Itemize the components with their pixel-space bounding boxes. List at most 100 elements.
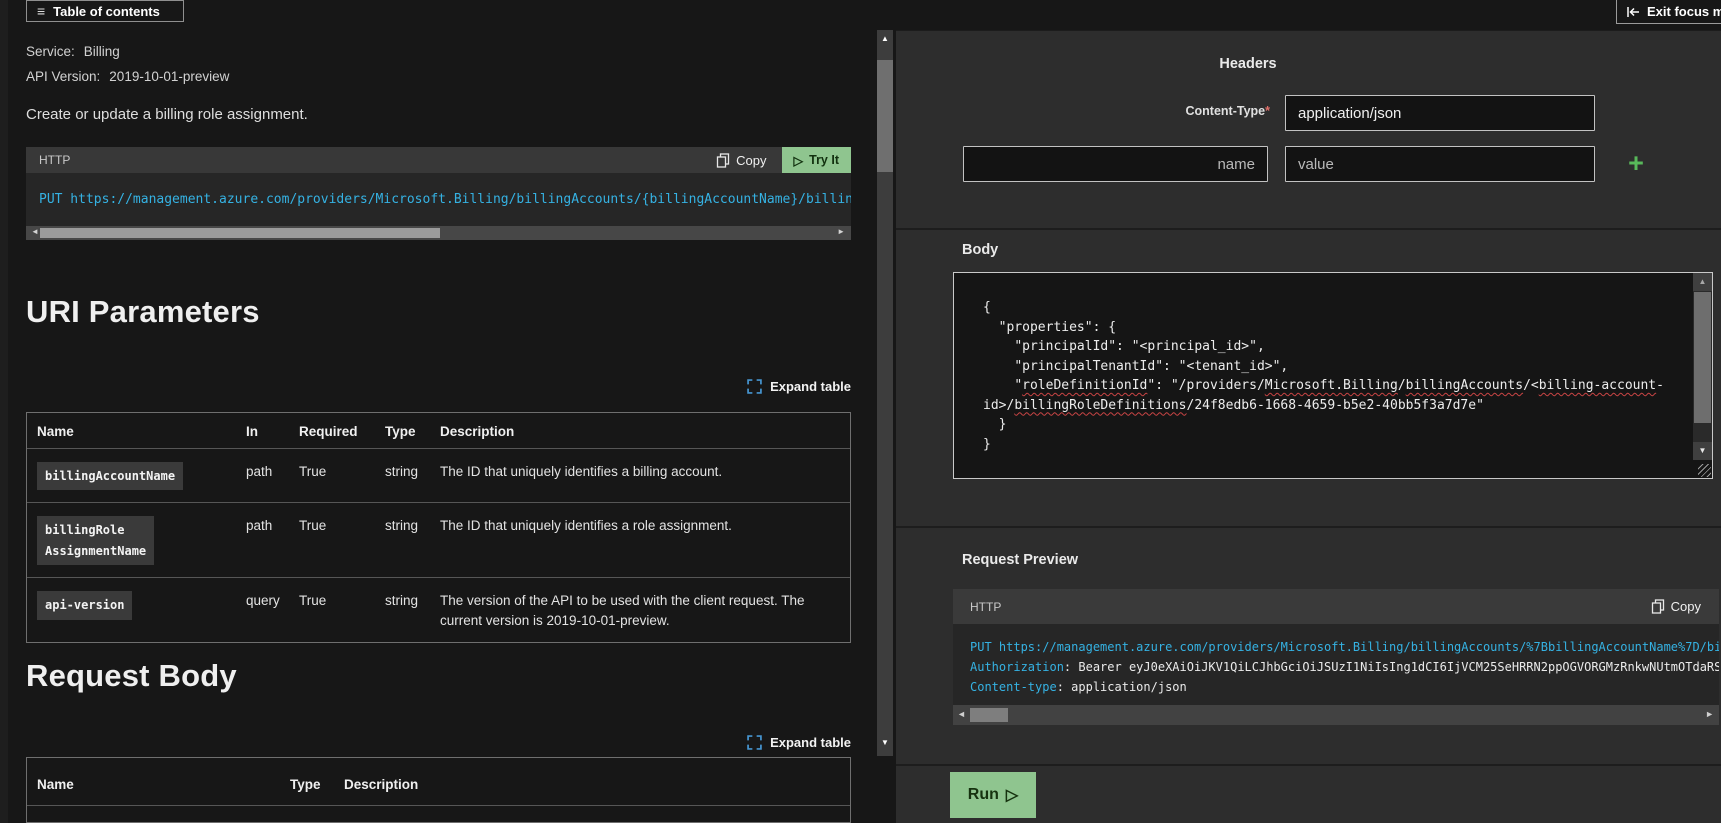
resize-grip[interactable]: [1698, 464, 1711, 477]
column-header: Name: [27, 758, 280, 805]
collapsed-toc-edge: [0, 0, 8, 823]
plus-icon: +: [1628, 148, 1644, 178]
request-body-editor[interactable]: { "properties": { "principalId": "<princ…: [953, 272, 1713, 479]
code-line: Authorization: Bearer eyJ0eXAiOiJKV1QiLC…: [970, 657, 1719, 677]
scroll-down-icon[interactable]: ▼: [1693, 442, 1712, 460]
code-language-label: HTTP: [953, 600, 1651, 614]
copy-button-label: Copy: [1671, 599, 1701, 614]
copy-button[interactable]: Copy: [716, 153, 766, 168]
copy-icon: [716, 153, 730, 168]
request-preview-title: Request Preview: [962, 552, 1078, 568]
param-type: string: [375, 449, 430, 502]
column-header: Type: [280, 758, 334, 805]
add-header-button[interactable]: +: [1620, 147, 1652, 179]
table-row: billingAccountName path True string The …: [27, 449, 850, 503]
column-header: Required: [289, 413, 375, 448]
param-required: True: [289, 449, 375, 502]
code-horizontal-scrollbar[interactable]: ◄ ►: [26, 226, 851, 240]
headers-section-title: Headers: [1188, 56, 1308, 72]
scroll-left-icon[interactable]: ◄: [957, 709, 966, 719]
param-description: The ID that uniquely identifies a billin…: [430, 449, 850, 502]
param-required: True: [289, 578, 375, 642]
uri-parameters-heading: URI Parameters: [26, 294, 260, 330]
http-request-code: PUT https://management.azure.com/provide…: [26, 173, 851, 226]
copy-button[interactable]: Copy: [1651, 599, 1701, 614]
exit-focus-label: Exit focus mode: [1647, 4, 1721, 19]
try-it-button[interactable]: ▷ Try It: [782, 147, 852, 173]
table-row: billingRole AssignmentName path True str…: [27, 503, 850, 578]
column-header: Type: [375, 413, 430, 448]
request-preview-code-block: HTTP Copy PUT https://management.azure.c…: [953, 589, 1719, 725]
content-type-label: Content-Type*: [1066, 104, 1270, 118]
param-description: The ID that uniquely identifies a role a…: [430, 503, 850, 577]
play-icon: ▷: [1006, 785, 1018, 805]
param-required: True: [289, 503, 375, 577]
expand-table-label: Expand table: [770, 735, 851, 750]
scroll-up-icon[interactable]: ▲: [1693, 273, 1712, 291]
preview-horizontal-scrollbar[interactable]: ◄ ►: [953, 705, 1719, 725]
column-header: In: [236, 413, 289, 448]
expand-table-link[interactable]: Expand table: [26, 735, 851, 750]
content-type-input[interactable]: [1285, 95, 1595, 131]
request-body-table: Name Type Description: [26, 757, 851, 823]
code-language-label: HTTP: [26, 153, 716, 167]
run-button[interactable]: Run ▷: [950, 772, 1036, 818]
code-line: PUT https://management.azure.com/provide…: [970, 637, 1719, 657]
expand-table-link[interactable]: Expand table: [26, 379, 851, 394]
operation-summary: Create or update a billing role assignme…: [26, 106, 308, 123]
scroll-left-icon[interactable]: ◄: [31, 227, 39, 236]
section-divider: [896, 764, 1721, 766]
column-header: Description: [334, 758, 850, 805]
expand-icon: [747, 379, 762, 394]
api-version-label: API Version:: [26, 69, 100, 84]
page-vertical-scrollbar[interactable]: ▲ ▼: [877, 30, 893, 756]
scrollbar-thumb[interactable]: [1694, 292, 1711, 423]
scroll-right-icon[interactable]: ►: [837, 227, 845, 236]
header-name-input[interactable]: [963, 146, 1268, 182]
code-block-header: HTTP Copy: [953, 589, 1719, 624]
scrollbar-thumb[interactable]: [877, 60, 893, 172]
table-header-row: Name Type Description: [27, 758, 850, 806]
request-preview-code: PUT https://management.azure.com/provide…: [953, 624, 1719, 705]
http-request-code-block: HTTP Copy ▷ Try It PUT https://managemen…: [26, 147, 851, 240]
api-docs-try-it-page: ≡ Table of contents Service:Billing API …: [0, 0, 1721, 823]
param-in: query: [236, 578, 289, 642]
table-header-row: Name In Required Type Description: [27, 413, 850, 449]
try-it-label: Try It: [809, 153, 839, 167]
scrollbar-thumb[interactable]: [970, 708, 1008, 722]
param-type: string: [375, 503, 430, 577]
column-header: Description: [430, 413, 850, 448]
scroll-up-icon[interactable]: ▲: [877, 34, 893, 43]
expand-table-label: Expand table: [770, 379, 851, 394]
scrollbar-thumb[interactable]: [40, 228, 440, 238]
body-json-text[interactable]: { "properties": { "principalId": "<princ…: [954, 273, 1693, 478]
run-button-label: Run: [968, 786, 999, 804]
try-it-console: Headers Content-Type* + Body { "properti…: [896, 30, 1721, 823]
api-version-meta: API Version: 2019-10-01-preview: [26, 69, 229, 84]
uri-parameters-table: Name In Required Type Description billin…: [26, 412, 851, 643]
code-line: Content-type: application/json: [970, 677, 1719, 697]
api-version-value: 2019-10-01-preview: [109, 69, 229, 84]
hamburger-icon: ≡: [37, 4, 45, 18]
scroll-down-icon[interactable]: ▼: [877, 738, 893, 747]
body-section-title: Body: [962, 242, 998, 258]
copy-button-label: Copy: [736, 153, 766, 168]
exit-focus-mode-button[interactable]: Exit focus mode: [1616, 0, 1721, 24]
code-block-header: HTTP Copy ▷ Try It: [26, 147, 851, 173]
request-body-heading: Request Body: [26, 658, 237, 694]
service-value: Billing: [84, 44, 120, 59]
toc-button-label: Table of contents: [53, 4, 160, 19]
header-value-input[interactable]: [1285, 146, 1595, 182]
param-in: path: [236, 503, 289, 577]
section-divider: [896, 526, 1721, 528]
param-name-badge: billingAccountName: [37, 462, 183, 490]
table-of-contents-button[interactable]: ≡ Table of contents: [26, 0, 184, 22]
section-divider: [896, 228, 1721, 230]
scroll-right-icon[interactable]: ►: [1705, 709, 1714, 719]
editor-vertical-scrollbar[interactable]: ▲ ▼: [1693, 273, 1712, 460]
service-meta: Service:Billing: [26, 44, 120, 59]
param-type: string: [375, 578, 430, 642]
copy-icon: [1651, 599, 1665, 614]
required-marker: *: [1265, 104, 1270, 118]
play-icon: ▷: [794, 153, 804, 168]
